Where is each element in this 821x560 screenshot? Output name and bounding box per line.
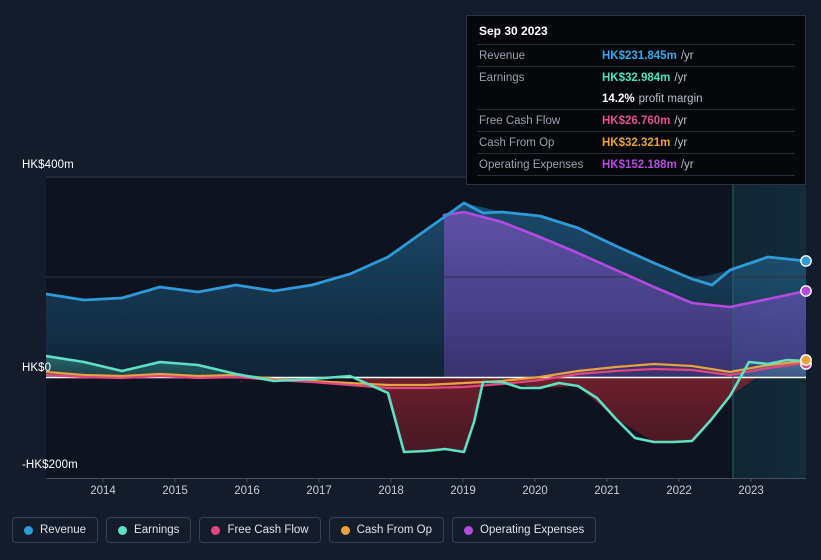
- legend-item-revenue[interactable]: Revenue: [12, 517, 99, 543]
- tooltip-row-revenue: Revenue HK$231.845m /yr: [477, 44, 795, 66]
- tooltip-value-free-cash-flow: HK$26.760m: [602, 114, 671, 127]
- tooltip-unit-earnings: /yr: [674, 71, 688, 84]
- x-axis-label-2016: 2016: [234, 485, 260, 497]
- legend-dot-free-cash-flow: [211, 525, 221, 535]
- legend-label-cash-from-op: Cash From Op: [356, 524, 433, 536]
- tooltip-row-free-cash-flow: Free Cash Flow HK$26.760m /yr: [477, 109, 795, 131]
- tooltip-value-profit-margin: 14.2%: [602, 92, 635, 105]
- tooltip-row-profit-margin: 14.2% profit margin: [477, 88, 795, 109]
- tooltip-row-earnings: Earnings HK$32.984m /yr: [477, 66, 795, 88]
- tooltip-date: Sep 30 2023: [479, 24, 548, 38]
- tooltip-unit-free-cash-flow: /yr: [674, 114, 688, 127]
- endpoint-marker-cash-from-op: [800, 354, 812, 366]
- legend-item-cash-from-op[interactable]: Cash From Op: [328, 517, 445, 543]
- endpoint-marker-operating-expenses: [800, 285, 812, 297]
- x-axis-label-2021: 2021: [594, 485, 620, 497]
- tooltip-key-cash-from-op: Cash From Op: [479, 136, 555, 149]
- x-axis-label-2015: 2015: [162, 485, 188, 497]
- tooltip-row-cash-from-op: Cash From Op HK$32.321m /yr: [477, 131, 795, 153]
- x-axis-label-2014: 2014: [90, 485, 116, 497]
- legend-dot-revenue: [24, 525, 33, 535]
- x-axis-label-2020: 2020: [522, 485, 548, 497]
- chart-legend: Revenue Earnings Free Cash Flow Cash Fro…: [12, 517, 597, 543]
- chart-tooltip: Sep 30 2023 Revenue HK$231.845m /yr Earn…: [466, 15, 806, 185]
- legend-label-operating-expenses: Operating Expenses: [480, 524, 585, 536]
- legend-item-free-cash-flow[interactable]: Free Cash Flow: [199, 517, 321, 543]
- legend-dot-earnings: [118, 525, 128, 535]
- tooltip-key-free-cash-flow: Free Cash Flow: [479, 114, 561, 127]
- tooltip-bottom-rule: [477, 175, 795, 176]
- legend-item-operating-expenses[interactable]: Operating Expenses: [452, 517, 597, 543]
- y-axis-label-bottom: -HK$200m: [22, 459, 78, 471]
- tooltip-unit-operating-expenses: /yr: [680, 158, 694, 171]
- tooltip-key-revenue: Revenue: [479, 49, 526, 62]
- endpoint-marker-revenue: [800, 255, 812, 267]
- tooltip-value-revenue: HK$231.845m: [602, 49, 677, 62]
- tooltip-row-operating-expenses: Operating Expenses HK$152.188m /yr: [477, 153, 795, 175]
- tooltip-value-operating-expenses: HK$152.188m: [602, 158, 677, 171]
- tooltip-key-earnings: Earnings: [479, 71, 525, 84]
- legend-item-earnings[interactable]: Earnings: [106, 517, 192, 543]
- tooltip-label-profit-margin: profit margin: [638, 92, 703, 105]
- legend-label-earnings: Earnings: [134, 524, 180, 536]
- tooltip-unit-revenue: /yr: [680, 49, 694, 62]
- x-axis-label-2018: 2018: [378, 485, 404, 497]
- tooltip-value-cash-from-op: HK$32.321m: [602, 136, 671, 149]
- legend-dot-operating-expenses: [464, 525, 474, 535]
- legend-label-revenue: Revenue: [40, 524, 87, 536]
- y-axis-label-zero: HK$0: [22, 362, 52, 374]
- legend-label-free-cash-flow: Free Cash Flow: [227, 524, 309, 536]
- tooltip-key-operating-expenses: Operating Expenses: [479, 158, 584, 171]
- legend-dot-cash-from-op: [340, 525, 350, 535]
- x-axis-label-2019: 2019: [450, 485, 476, 497]
- financial-chart: HK$400m HK$0 -HK$200m 2014 2015 2016 201…: [0, 0, 821, 560]
- y-axis-label-top: HK$400m: [22, 159, 74, 171]
- tooltip-unit-cash-from-op: /yr: [674, 136, 688, 149]
- x-axis-label-2023: 2023: [738, 485, 764, 497]
- x-axis-label-2017: 2017: [306, 485, 332, 497]
- tooltip-value-earnings: HK$32.984m: [602, 71, 671, 84]
- x-axis-label-2022: 2022: [666, 485, 692, 497]
